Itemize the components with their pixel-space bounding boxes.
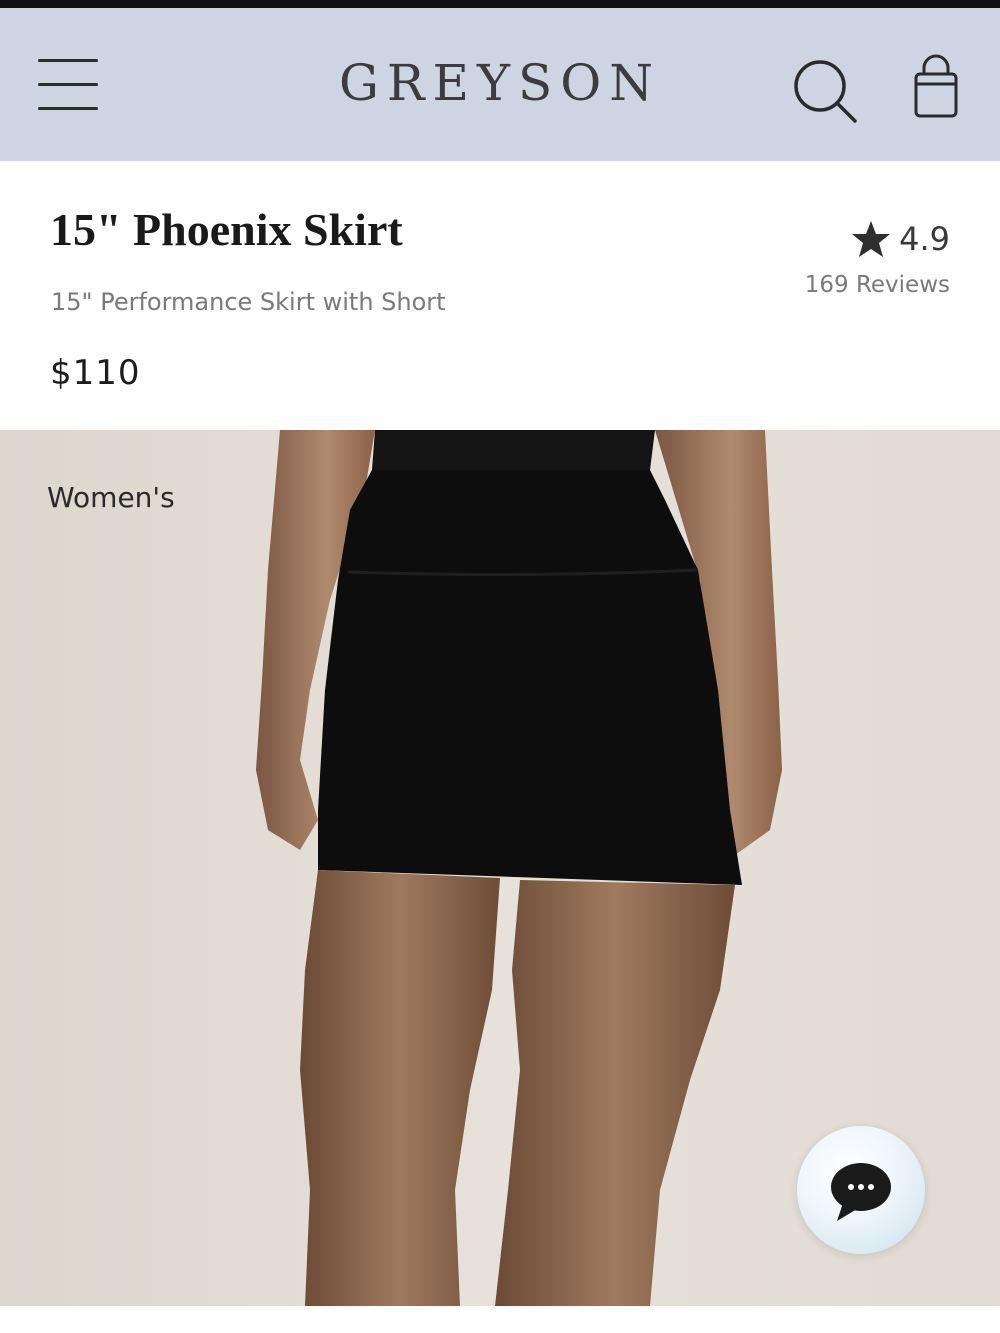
product-rating[interactable]: 4.9 xyxy=(851,219,950,259)
status-bar-edge xyxy=(0,0,1000,8)
site-header: GREYSON xyxy=(0,8,1000,161)
page-bottom xyxy=(0,1306,1000,1333)
product-price: $110 xyxy=(50,353,141,393)
hamburger-menu-icon[interactable] xyxy=(38,56,100,116)
rating-value: 4.9 xyxy=(899,220,950,258)
menu-line xyxy=(38,83,98,86)
star-icon xyxy=(852,221,891,257)
chat-bubble-icon[interactable] xyxy=(797,1126,925,1254)
menu-line xyxy=(38,59,98,62)
product-title: 15" Phoenix Skirt xyxy=(50,204,403,255)
brand-logo[interactable]: GREYSON xyxy=(300,52,700,114)
reviews-link[interactable]: 169 Reviews xyxy=(805,268,950,302)
product-subtitle: 15" Performance Skirt with Short xyxy=(51,288,446,316)
category-label: Women's xyxy=(47,481,175,514)
menu-line xyxy=(38,107,98,110)
shopping-bag-icon[interactable] xyxy=(910,54,962,120)
search-icon[interactable] xyxy=(790,56,860,126)
